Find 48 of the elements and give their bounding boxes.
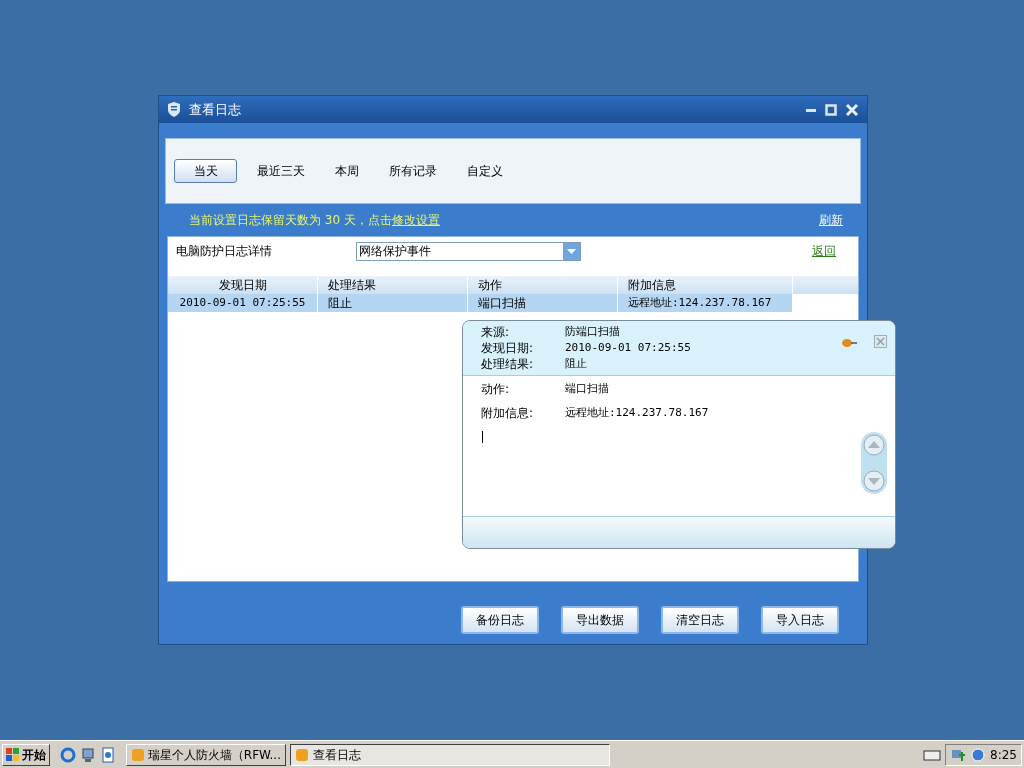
field-value: 阻止 — [565, 356, 587, 372]
field-value: 远程地址:124.237.78.167 — [565, 405, 709, 421]
window-title: 查看日志 — [189, 100, 242, 119]
start-button[interactable]: 开始 — [2, 743, 50, 766]
field-value: 2010-09-01 07:25:55 — [565, 340, 691, 356]
filter-tab[interactable]: 所有记录 — [379, 159, 447, 183]
back-link[interactable]: 返回 — [812, 242, 836, 260]
text-cursor — [482, 431, 483, 443]
action-button[interactable]: 导出数据 — [561, 606, 639, 634]
app-icon — [295, 747, 309, 762]
action-button[interactable]: 清空日志 — [661, 606, 739, 634]
scroll-down-icon[interactable] — [863, 470, 885, 492]
table-cell[interactable]: 端口扫描 — [468, 294, 618, 312]
event-type-dropdown[interactable]: 网络保护事件 — [356, 241, 581, 261]
field-label: 来源: — [480, 324, 511, 340]
field-value: 端口扫描 — [565, 381, 609, 397]
field-label: 附加信息: — [480, 405, 535, 421]
app-icon — [131, 747, 144, 762]
field-label: 发现日期: — [480, 340, 535, 356]
filter-tab[interactable]: 当天 — [174, 159, 237, 183]
windows-logo-icon — [6, 747, 20, 762]
shield-icon — [167, 102, 181, 117]
refresh-link[interactable]: 刷新 — [819, 211, 843, 229]
clock: 8:25 — [990, 746, 1017, 764]
pin-icon[interactable] — [841, 338, 857, 348]
filter-tab[interactable]: 自定义 — [457, 159, 513, 183]
table-cell[interactable]: 2010-09-01 07:25:55 — [168, 294, 318, 312]
action-button[interactable]: 备份日志 — [461, 606, 539, 634]
document-icon[interactable] — [100, 746, 116, 763]
keyboard-icon — [923, 747, 942, 762]
globe-icon[interactable] — [970, 746, 987, 763]
field-label: 处理结果: — [480, 356, 535, 372]
table-cell[interactable]: 远程地址:124.237.78.167 — [618, 294, 793, 312]
filter-tab[interactable]: 本周 — [325, 159, 369, 183]
retention-notice: 当前设置日志保留天数为 30 天，点击 — [189, 212, 392, 229]
maximize-icon[interactable] — [825, 103, 837, 116]
field-label: 动作: — [480, 381, 511, 397]
browser-icon[interactable] — [60, 746, 76, 763]
table-cell[interactable]: 阻止 — [318, 294, 468, 312]
panel-title: 电脑防护日志详情 — [176, 243, 273, 260]
action-button[interactable]: 导入日志 — [761, 606, 839, 634]
filter-tab[interactable]: 最近三天 — [247, 159, 315, 183]
taskbar-button[interactable]: 瑞星个人防火墙（RFW... — [126, 743, 286, 766]
field-value: 防端口扫描 — [565, 324, 620, 340]
computer-icon[interactable] — [80, 746, 96, 763]
modify-settings-link[interactable]: 修改设置 — [391, 211, 440, 229]
scroll-up-icon[interactable] — [863, 434, 885, 456]
taskbar-button[interactable]: 查看日志 — [290, 743, 610, 766]
